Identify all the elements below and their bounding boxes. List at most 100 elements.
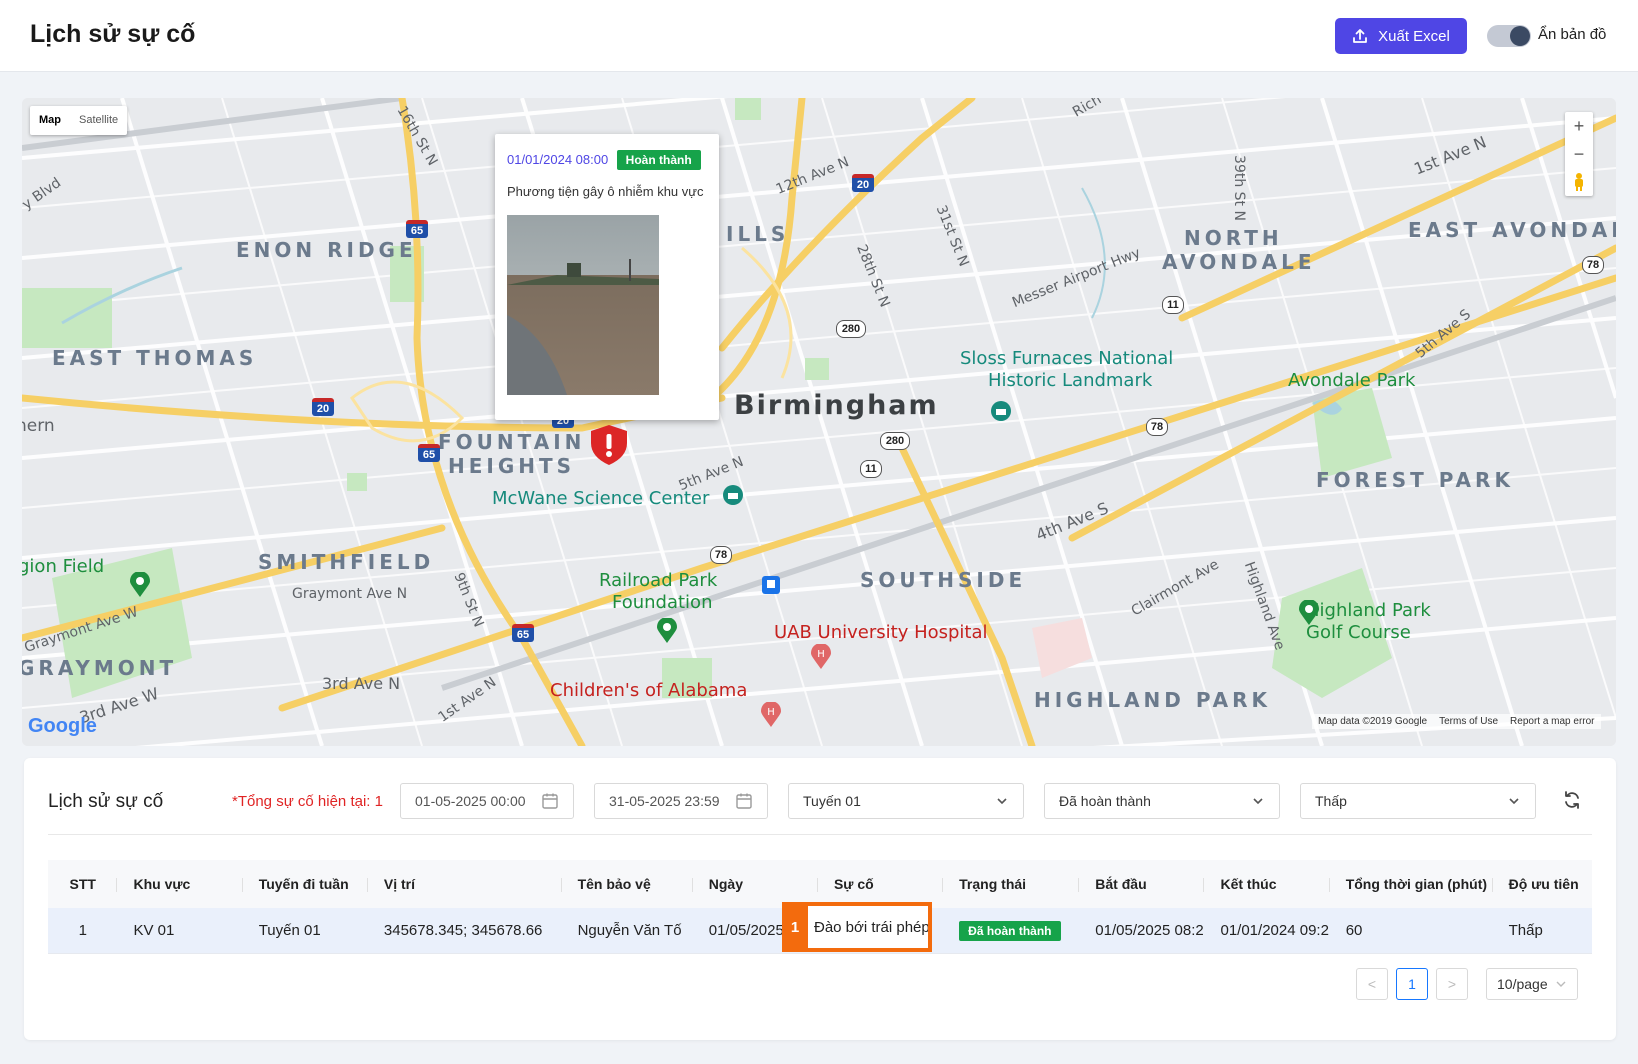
shield-i65: 65 [406, 220, 428, 238]
map-view[interactable]: ENON RIDGE EAST THOMAS FOUNTAIN HEIGHTS … [22, 98, 1616, 746]
column-header[interactable]: Khu vực [117, 876, 243, 892]
terms-link[interactable]: Terms of Use [1439, 716, 1498, 727]
map-label-enon-ridge: ENON RIDGE [236, 238, 417, 262]
refresh-icon[interactable] [1562, 790, 1582, 810]
shield-i65: 65 [512, 624, 534, 642]
landmark-icon [991, 401, 1011, 421]
map-type-map-button[interactable]: Map [30, 106, 70, 135]
pegman-button[interactable] [1565, 168, 1593, 196]
street-39th-st-n: 39th St N [1230, 155, 1247, 221]
transit-icon [762, 576, 780, 594]
map-label-ills: ILLS [726, 222, 790, 246]
map-label-forest-park: FOREST PARK [1316, 468, 1514, 492]
svg-text:H: H [817, 649, 825, 660]
map-type-satellite-button[interactable]: Satellite [70, 106, 127, 135]
map-label-sloss-1: Sloss Furnaces National [960, 348, 1174, 369]
shield-us78: 78 [1146, 418, 1168, 436]
priority-select[interactable]: Thấp [1300, 783, 1536, 819]
museum-icon [723, 485, 743, 505]
popup-status-badge: Hoàn thành [616, 150, 701, 170]
map-label-avondale: AVONDALE [1162, 250, 1316, 274]
map-label-east-avondale: EAST AVONDAL [1408, 218, 1616, 242]
cell-guard: Nguyễn Văn Tố [577, 922, 682, 939]
table-header: STT Khu vực Tuyến đi tuần Vị trí Tên bảo… [48, 860, 1592, 908]
column-header[interactable]: Tên bảo vệ [562, 876, 693, 892]
status-select[interactable]: Đã hoàn thành [1044, 783, 1280, 819]
page-1-button[interactable]: 1 [1396, 968, 1428, 1000]
from-date-picker[interactable]: 01-05-2025 00:00 [400, 783, 574, 819]
map-label-railroad-1: Railroad Park [599, 570, 718, 591]
export-excel-label: Xuất Excel [1378, 27, 1450, 45]
shield-i20: 20 [312, 398, 334, 416]
map-type-control: Map Satellite [30, 106, 128, 135]
upload-icon [1353, 29, 1368, 43]
incident-info-popup: 01/01/2024 08:00 Hoàn thành Phương tiện … [495, 134, 719, 420]
map-label-ern: nern [22, 416, 55, 436]
route-select[interactable]: Tuyến 01 [788, 783, 1024, 819]
shield-us11: 11 [860, 460, 882, 478]
shield-i65: 65 [418, 444, 440, 462]
column-header[interactable]: Độ ưu tiên [1493, 876, 1592, 892]
chevron-down-icon [1253, 798, 1263, 805]
zoom-in-button[interactable]: + [1565, 112, 1593, 140]
map-label-mcwane: McWane Science Center [492, 488, 710, 509]
chevron-down-icon [1509, 798, 1519, 805]
shield-us78: 78 [710, 546, 732, 564]
map-label-birmingham: Birmingham [734, 390, 939, 421]
to-date-value: 31-05-2025 23:59 [609, 793, 720, 809]
column-header[interactable]: Bắt đầu [1079, 876, 1205, 892]
total-incidents-text: *Tổng sự cố hiện tại: 1 [232, 793, 383, 810]
cell-route: Tuyến 01 [258, 922, 321, 939]
chevron-down-icon [997, 798, 1007, 805]
shield-us280: 280 [836, 320, 866, 338]
cell-duration: 60 [1345, 922, 1363, 939]
street-3rd-ave-n: 3rd Ave N [322, 674, 401, 693]
map-label-avondale-park: Avondale Park [1288, 370, 1416, 391]
shield-us78: 78 [1582, 256, 1604, 274]
report-error-link[interactable]: Report a map error [1510, 716, 1594, 727]
hospital-pin-icon: H [761, 702, 781, 727]
export-excel-button[interactable]: Xuất Excel [1335, 18, 1467, 54]
column-header[interactable]: Vị trí [368, 876, 562, 892]
column-header[interactable]: Ngày [693, 876, 818, 892]
status-badge: Đã hoàn thành [959, 920, 1061, 941]
hide-map-toggle[interactable] [1487, 25, 1531, 47]
incident-cell-text[interactable]: Đào bới trái phép [808, 906, 928, 948]
column-header[interactable]: Tuyến đi tuần [243, 876, 368, 892]
stadium-pin-icon [130, 572, 150, 597]
page-size-value: 10/page [1497, 976, 1548, 992]
panel-title: Lịch sử sự cố [48, 791, 164, 812]
map-label-highland-park: HIGHLAND PARK [1034, 688, 1272, 712]
shield-us11: 11 [1162, 296, 1184, 314]
map-label-north: NORTH [1184, 226, 1283, 250]
page-size-select[interactable]: 10/page [1486, 968, 1578, 1000]
cell-area: KV 01 [133, 922, 175, 939]
popup-timestamp: 01/01/2024 08:00 [507, 152, 609, 167]
map-label-legion-field: gion Field [22, 556, 105, 577]
cell-priority: Thấp [1508, 922, 1543, 939]
calendar-icon [542, 793, 558, 809]
to-date-picker[interactable]: 31-05-2025 23:59 [594, 783, 768, 819]
prev-page-button[interactable]: < [1356, 968, 1388, 1000]
column-header[interactable]: STT [48, 876, 118, 892]
incident-photo[interactable] [507, 215, 659, 395]
shield-i20: 20 [852, 174, 874, 192]
column-header[interactable]: Kết thúc [1204, 876, 1330, 892]
route-select-value: Tuyến 01 [803, 793, 861, 809]
next-page-button[interactable]: > [1436, 968, 1468, 1000]
hospital-pin-icon: H [811, 644, 831, 669]
incident-marker-icon[interactable] [588, 423, 630, 467]
map-label-uab: UAB University Hospital [774, 622, 988, 643]
column-header[interactable]: Sự cố [818, 876, 944, 892]
svg-text:H: H [767, 707, 775, 718]
google-logo-text: Google [28, 715, 97, 737]
column-header[interactable]: Tổng thời gian (phút) [1330, 876, 1493, 892]
map-label-southside: SOUTHSIDE [860, 568, 1027, 592]
map-label-sloss-2: Historic Landmark [988, 370, 1153, 391]
pegman-icon [1575, 173, 1583, 191]
cell-status: Đã hoàn thành [943, 920, 1079, 941]
cell-end: 01/01/2024 09:2 [1220, 922, 1329, 939]
column-header[interactable]: Trạng thái [943, 876, 1080, 892]
map-attribution: Map data ©2019 Google Terms of Use Repor… [1312, 714, 1601, 729]
zoom-out-button[interactable]: − [1565, 140, 1593, 168]
